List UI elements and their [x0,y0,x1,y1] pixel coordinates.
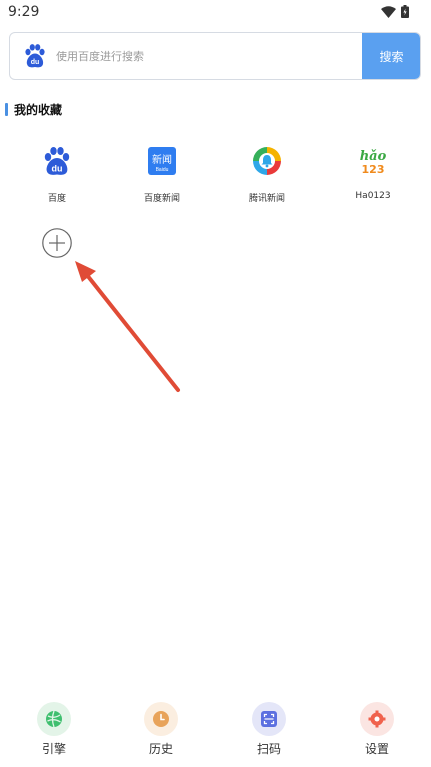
nav-engine[interactable]: 引擎 [19,702,89,757]
hao123-icon: hǎo 123 [360,149,387,176]
section-title-label: 我的收藏 [14,103,63,117]
nav-label: 引擎 [41,742,66,756]
nav-settings-icon-bg [360,702,394,736]
search-button[interactable]: 搜索 [362,33,420,79]
bottom-nav: 引擎 历史 扫码 设置 [0,702,431,767]
favorite-label: 百度 [47,194,66,204]
nav-label: 设置 [364,742,389,756]
hao123-icon-line2: 123 [362,163,385,176]
status-bar: 9:29 [0,0,431,26]
scan-icon [261,711,277,727]
history-clock-icon [153,711,169,727]
engine-icon [46,710,62,728]
baidu-paw-icon: du [25,44,45,68]
section-accent-bar [5,103,8,116]
hao123-icon-line1: hǎo [360,149,387,164]
baidu-news-icon: 新闻 Baidu [148,147,176,175]
nav-settings[interactable]: 设置 [342,702,412,757]
nav-history[interactable]: 历史 [126,702,196,757]
baidu-logo-icon: du [44,147,70,175]
status-time: 9:29 [8,4,40,20]
settings-gear-icon [368,710,386,728]
svg-text:du: du [52,164,63,174]
favorite-label: 腾讯新闻 [248,194,285,204]
tencent-news-icon [253,147,281,175]
favorites-section-title: 我的收藏 [5,101,62,118]
svg-text:du: du [31,59,40,66]
wifi-icon [381,5,396,18]
annotation-arrow [75,261,180,392]
favorite-baidu[interactable]: du 百度 [17,144,97,204]
favorite-label: 百度新闻 [143,194,180,204]
nav-scan[interactable]: 扫码 [234,702,304,757]
favorite-label: Ha0123 [355,191,391,201]
favorite-tencent-news[interactable]: 腾讯新闻 [227,144,307,204]
nav-history-icon-bg [144,702,178,736]
favorite-hao123[interactable]: hǎo 123 Ha0123 [333,144,413,201]
search-input[interactable] [56,33,361,79]
search-bar: du 搜索 [9,32,421,80]
add-favorite-button[interactable] [42,228,72,258]
baidu-news-icon-text: 新闻 [152,153,172,166]
battery-icon [401,5,409,18]
baidu-news-icon-subtext: Baidu [156,167,169,173]
nav-label: 历史 [148,742,173,756]
favorite-baidu-news[interactable]: 新闻 Baidu 百度新闻 [122,144,202,204]
nav-scan-icon-bg [252,702,286,736]
nav-label: 扫码 [256,742,281,756]
nav-engine-icon-bg [37,702,71,736]
status-icons [381,5,409,18]
